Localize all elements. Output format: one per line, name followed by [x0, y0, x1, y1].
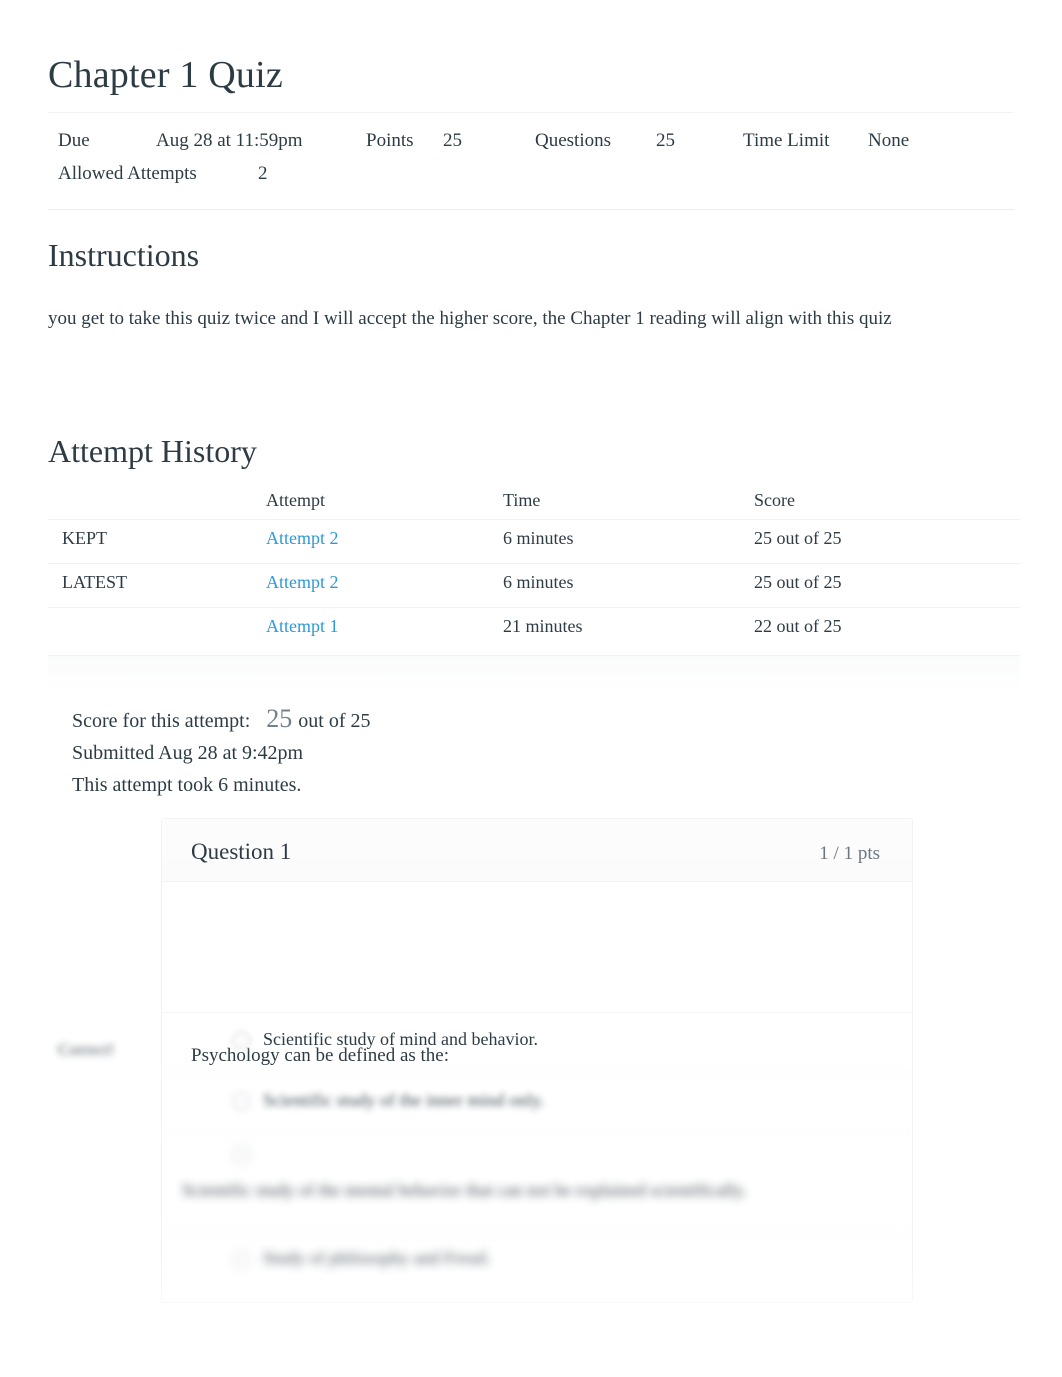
table-row: Attempt 1 21 minutes 22 out of 25 — [48, 607, 1020, 651]
quiz-detail-bar: Due Aug 28 at 11:59pm Points 25 Question… — [48, 112, 1014, 210]
due-label: Due — [58, 130, 90, 151]
table-row: KEPT Attempt 2 6 minutes 25 out of 25 — [48, 519, 1020, 563]
answer-text: Scientific study of the mental behavior … — [182, 1180, 747, 1200]
attempt-score: 25 out of 25 — [754, 528, 842, 548]
column-header-attempt: Attempt — [266, 490, 325, 510]
questions-label: Questions — [535, 130, 611, 151]
time-limit-label: Time Limit — [743, 130, 830, 151]
attempt-history-table: Attempt Time Score KEPT Attempt 2 6 minu… — [48, 486, 1020, 651]
question-body: Psychology can be defined as the: Scient… — [162, 1012, 912, 1302]
submitted-time: Submitted Aug 28 at 9:42pm — [72, 742, 304, 764]
answer-option[interactable]: Scientific study of the inner mind only. — [162, 1073, 912, 1132]
attempt-history-footer — [48, 655, 1020, 690]
radio-button-icon[interactable] — [232, 1145, 251, 1164]
attempt-link[interactable]: Attempt 2 — [266, 526, 339, 550]
attempt-summary: Score for this attempt: 25 out of 25 Submi… — [72, 703, 772, 801]
attempt-time: 21 minutes — [503, 616, 583, 636]
questions-value: 25 — [656, 130, 675, 151]
quiz-detail-row-1: Due Aug 28 at 11:59pm Points 25 Question… — [48, 127, 1014, 160]
answer-option[interactable]: Scientific study of mind and behavior. — [162, 1012, 912, 1073]
instructions-heading: Instructions — [48, 237, 200, 273]
score-for-attempt-line: Score for this attempt: 25 out of 25 — [72, 703, 772, 737]
instructions-body: you get to take this quiz twice and I wi… — [48, 308, 892, 329]
answer-option[interactable]: Study of philosophy and Freud. — [162, 1231, 912, 1302]
points-value: 25 — [443, 130, 462, 151]
question-card: Question 1 1 / 1 pts Psychology can be d… — [161, 818, 913, 1303]
question-points: 1 / 1 pts — [819, 843, 880, 864]
quiz-detail-row-2: Allowed Attempts 2 — [48, 160, 1014, 193]
attempt-history-heading: Attempt History — [48, 433, 257, 469]
allowed-attempts-label: Allowed Attempts — [58, 163, 197, 184]
table-header-row: Attempt Time Score — [48, 486, 1020, 519]
attempt-score: 25 out of 25 — [754, 572, 842, 592]
question-header: Question 1 1 / 1 pts — [162, 819, 912, 882]
attempt-duration: This attempt took 6 minutes. — [72, 774, 302, 796]
score-label: Score for this attempt: — [72, 710, 251, 732]
quiz-results-page: Chapter 1 Quiz Due Aug 28 at 11:59pm Poi… — [0, 0, 1062, 1377]
attempt-kind-kept: KEPT — [62, 528, 107, 548]
attempt-time: 6 minutes — [503, 528, 574, 548]
answer-option[interactable]: Scientific study of the mental behavior … — [162, 1132, 912, 1231]
answer-text: Scientific study of mind and behavior. — [263, 1029, 538, 1049]
attempt-link[interactable]: Attempt 1 — [266, 614, 339, 638]
correct-answer-tag: Correct! — [58, 1040, 115, 1059]
answer-list: Scientific study of mind and behavior. S… — [162, 1012, 912, 1302]
attempt-time: 6 minutes — [503, 572, 574, 592]
points-label: Points — [366, 130, 414, 151]
column-header-score: Score — [754, 490, 795, 510]
answer-text: Scientific study of the inner mind only. — [263, 1090, 545, 1110]
time-limit-value: None — [868, 130, 910, 151]
score-out-of: out of 25 — [298, 710, 371, 732]
table-row: LATEST Attempt 2 6 minutes 25 out of 25 — [48, 563, 1020, 607]
attempt-link[interactable]: Attempt 2 — [266, 570, 339, 594]
allowed-attempts-value: 2 — [258, 163, 268, 184]
radio-button-icon[interactable] — [232, 1031, 251, 1050]
attempt-kind-latest: LATEST — [62, 572, 127, 592]
column-header-time: Time — [503, 490, 541, 510]
attempt-score: 22 out of 25 — [754, 616, 842, 636]
answer-text: Study of philosophy and Freud. — [263, 1248, 491, 1268]
question-name: Question 1 — [191, 839, 292, 864]
score-value: 25 — [266, 704, 293, 733]
radio-button-icon[interactable] — [232, 1092, 251, 1111]
page-title: Chapter 1 Quiz — [48, 54, 283, 96]
due-value: Aug 28 at 11:59pm — [156, 130, 303, 151]
radio-button-icon[interactable] — [232, 1250, 251, 1269]
